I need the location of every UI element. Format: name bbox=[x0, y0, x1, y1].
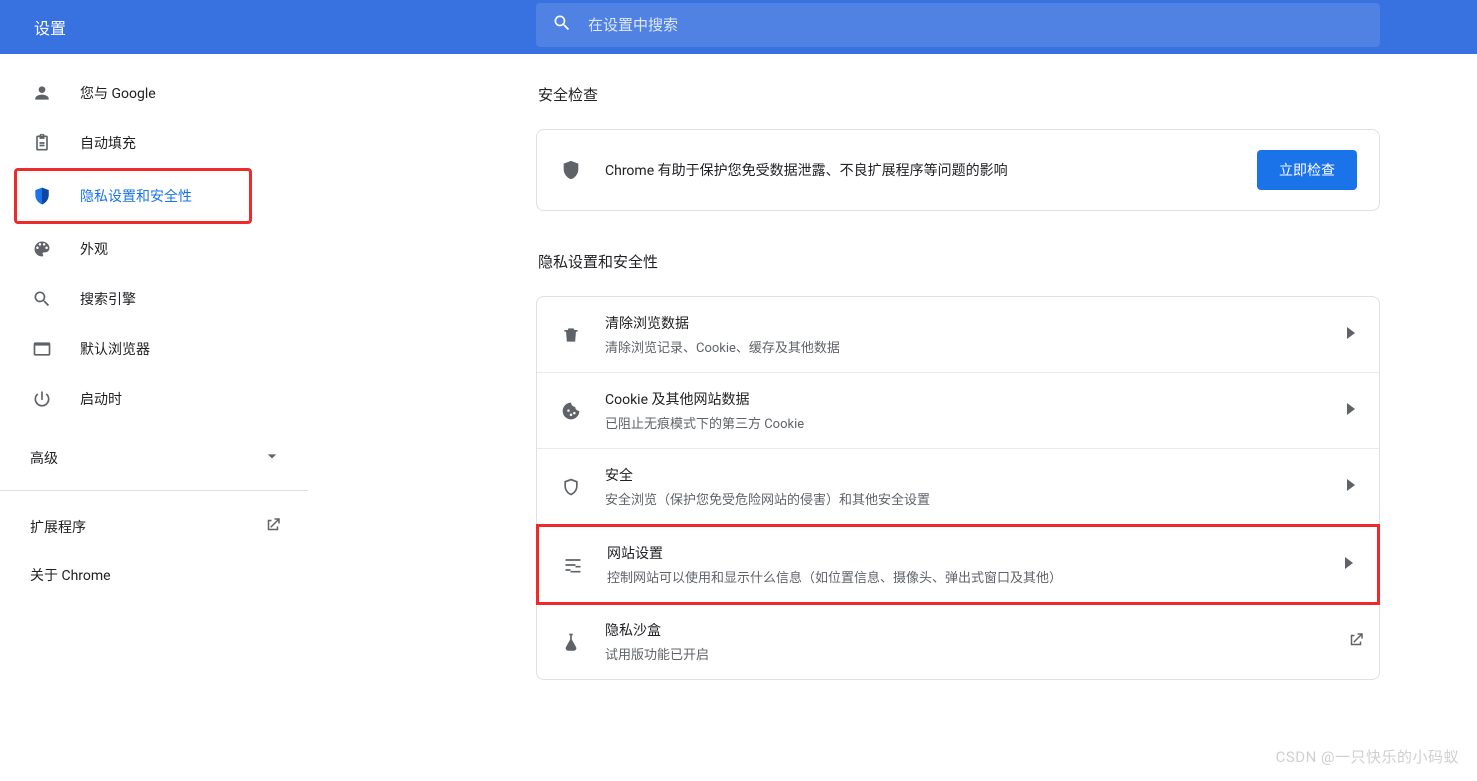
sidebar-item-default-browser[interactable]: 默认浏览器 bbox=[0, 324, 308, 374]
safety-check-card: Chrome 有助于保护您免受数据泄露、不良扩展程序等问题的影响 立即检查 bbox=[536, 129, 1380, 211]
row-title: Cookie 及其他网站数据 bbox=[605, 389, 1347, 409]
header-bar: 设置 bbox=[0, 0, 1477, 54]
sidebar-item-label: 自动填充 bbox=[80, 133, 136, 153]
row-title: 网站设置 bbox=[607, 543, 1345, 563]
search-input[interactable] bbox=[588, 17, 1364, 34]
sidebar-about-chrome[interactable]: 关于 Chrome bbox=[0, 551, 308, 599]
extensions-label: 扩展程序 bbox=[30, 517, 86, 537]
sidebar-item-label: 默认浏览器 bbox=[80, 339, 150, 359]
open-in-new-icon bbox=[264, 516, 282, 538]
tune-icon bbox=[561, 553, 585, 577]
shield-icon bbox=[559, 158, 583, 182]
divider bbox=[0, 490, 308, 491]
row-subtitle: 安全浏览（保护您免受危险网站的侵害）和其他安全设置 bbox=[605, 489, 1347, 508]
chevron-right-icon bbox=[1347, 403, 1357, 419]
trash-icon bbox=[559, 323, 583, 347]
safety-check-text: Chrome 有助于保护您免受数据泄露、不良扩展程序等问题的影响 bbox=[605, 160, 1257, 180]
open-in-new-icon bbox=[1347, 631, 1357, 653]
row-cookies[interactable]: Cookie 及其他网站数据 已阻止无痕模式下的第三方 Cookie bbox=[537, 373, 1379, 449]
sidebar-item-label: 隐私设置和安全性 bbox=[80, 186, 192, 206]
about-label: 关于 Chrome bbox=[30, 565, 111, 585]
row-title: 隐私沙盒 bbox=[605, 620, 1347, 640]
sidebar-highlight: 隐私设置和安全性 bbox=[14, 168, 252, 224]
search-icon bbox=[30, 287, 54, 311]
advanced-label: 高级 bbox=[30, 448, 58, 468]
clipboard-icon bbox=[30, 131, 54, 155]
section-safety-check-title: 安全检查 bbox=[536, 84, 1380, 105]
sidebar-item-autofill[interactable]: 自动填充 bbox=[0, 118, 308, 168]
flask-icon bbox=[559, 630, 583, 654]
sidebar-item-search-engine[interactable]: 搜索引擎 bbox=[0, 274, 308, 324]
chevron-right-icon bbox=[1347, 479, 1357, 495]
privacy-list: 清除浏览数据 清除浏览记录、Cookie、缓存及其他数据 Cookie 及其他网… bbox=[536, 296, 1380, 680]
sidebar: 您与 Google 自动填充 隐私设置和安全性 外观 搜索引擎 默认浏览器 启动… bbox=[0, 54, 308, 781]
sidebar-item-label: 启动时 bbox=[80, 389, 122, 409]
sidebar-item-label: 您与 Google bbox=[80, 83, 156, 103]
sidebar-advanced[interactable]: 高级 bbox=[0, 434, 308, 482]
section-privacy-title: 隐私设置和安全性 bbox=[536, 251, 1380, 272]
row-title: 清除浏览数据 bbox=[605, 313, 1347, 333]
row-title: 安全 bbox=[605, 465, 1347, 485]
row-subtitle: 已阻止无痕模式下的第三方 Cookie bbox=[605, 413, 1347, 432]
sidebar-item-you-and-google[interactable]: 您与 Google bbox=[0, 68, 308, 118]
row-privacy-sandbox[interactable]: 隐私沙盒 试用版功能已开启 bbox=[537, 604, 1379, 679]
power-icon bbox=[30, 387, 54, 411]
main-content: 安全检查 Chrome 有助于保护您免受数据泄露、不良扩展程序等问题的影响 立即… bbox=[308, 54, 1477, 781]
row-clear-browsing-data[interactable]: 清除浏览数据 清除浏览记录、Cookie、缓存及其他数据 bbox=[537, 297, 1379, 373]
sidebar-item-label: 外观 bbox=[80, 239, 108, 259]
sidebar-item-privacy-security[interactable]: 隐私设置和安全性 bbox=[30, 171, 249, 221]
check-now-button[interactable]: 立即检查 bbox=[1257, 150, 1357, 190]
browser-icon bbox=[30, 337, 54, 361]
page-title: 设置 bbox=[0, 0, 536, 54]
row-site-settings[interactable]: 网站设置 控制网站可以使用和显示什么信息（如位置信息、摄像头、弹出式窗口及其他） bbox=[536, 524, 1380, 605]
shield-outline-icon bbox=[559, 475, 583, 499]
chevron-down-icon bbox=[262, 446, 282, 470]
chevron-right-icon bbox=[1347, 327, 1357, 343]
row-subtitle: 控制网站可以使用和显示什么信息（如位置信息、摄像头、弹出式窗口及其他） bbox=[607, 567, 1345, 586]
row-subtitle: 清除浏览记录、Cookie、缓存及其他数据 bbox=[605, 337, 1347, 356]
sidebar-extensions[interactable]: 扩展程序 bbox=[0, 503, 308, 551]
row-subtitle: 试用版功能已开启 bbox=[605, 644, 1347, 663]
cookie-icon bbox=[559, 399, 583, 423]
chevron-right-icon bbox=[1345, 557, 1355, 573]
row-security[interactable]: 安全 安全浏览（保护您免受危险网站的侵害）和其他安全设置 bbox=[537, 449, 1379, 525]
sidebar-item-startup[interactable]: 启动时 bbox=[0, 374, 308, 424]
sidebar-item-appearance[interactable]: 外观 bbox=[0, 224, 308, 274]
shield-icon bbox=[30, 184, 54, 208]
search-icon bbox=[552, 13, 572, 37]
person-icon bbox=[30, 81, 54, 105]
palette-icon bbox=[30, 237, 54, 261]
search-box[interactable] bbox=[536, 3, 1380, 47]
sidebar-item-label: 搜索引擎 bbox=[80, 289, 136, 309]
